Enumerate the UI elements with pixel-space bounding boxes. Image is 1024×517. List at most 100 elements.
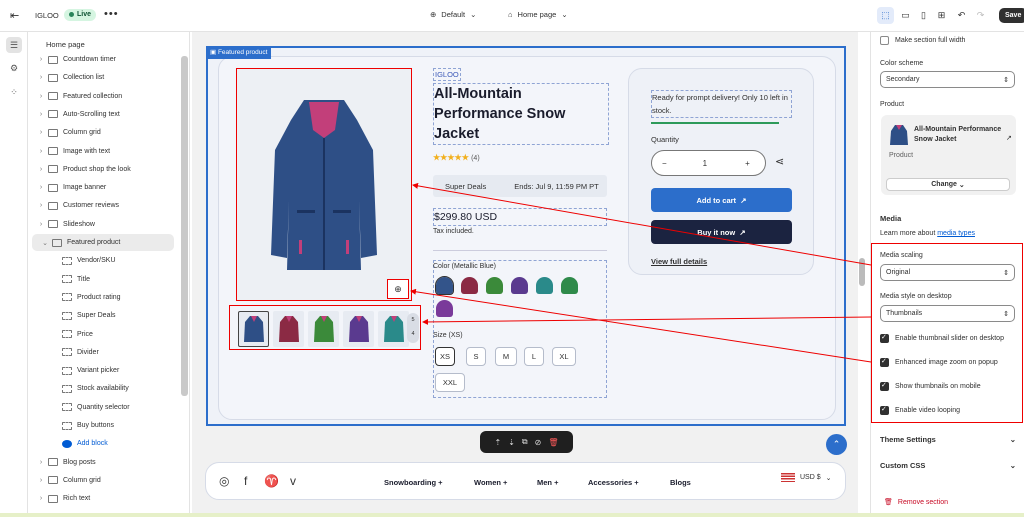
block-item[interactable]: Vendor/SKU	[28, 252, 178, 269]
section-item[interactable]: › Auto-Scrolling text	[28, 106, 178, 123]
thumbnail[interactable]	[273, 311, 304, 347]
thumbnail[interactable]	[308, 311, 339, 347]
media-style-select[interactable]: Thumbnails ⇕	[880, 305, 1015, 322]
section-item[interactable]: › Customer reviews	[28, 197, 178, 214]
full-width-checkbox[interactable]	[880, 36, 889, 45]
chevron-right-icon[interactable]: ›	[36, 93, 46, 100]
nav-blogs[interactable]: Blogs	[670, 478, 691, 487]
fullscreen-icon[interactable]: ⊞	[933, 7, 950, 24]
size-option[interactable]: L	[524, 347, 544, 366]
plus-icon[interactable]: +	[745, 159, 750, 168]
section-item[interactable]: › Image with text	[28, 143, 178, 160]
minus-icon[interactable]: −	[662, 159, 667, 168]
theme-settings-section[interactable]: Theme Settings ⌄	[880, 435, 1016, 444]
thumbnail[interactable]	[378, 311, 409, 347]
custom-css-section[interactable]: Custom CSS ⌄	[880, 461, 1016, 470]
section-item[interactable]: › Column grid	[28, 124, 178, 141]
desktop-view-icon[interactable]: ▭	[897, 7, 914, 24]
block-item[interactable]: Stock availability	[28, 380, 178, 397]
block-item[interactable]: Variant picker	[28, 362, 178, 379]
setting-checkbox[interactable]	[880, 405, 889, 415]
exit-icon[interactable]: ⇤	[10, 9, 24, 23]
change-product-button[interactable]: Change ⌄	[886, 178, 1010, 191]
block-item[interactable]: Buy buttons	[28, 417, 178, 434]
block-item[interactable]: Divider	[28, 344, 178, 361]
size-option[interactable]: XXL	[435, 373, 465, 392]
zoom-icon[interactable]: ⊕	[387, 279, 409, 299]
chevron-down-icon[interactable]: ⌄	[40, 239, 50, 247]
sidebar-scrollbar[interactable]	[181, 56, 188, 396]
product-main-image[interactable]	[236, 68, 412, 301]
setting-checkbox[interactable]	[880, 357, 889, 367]
sections-icon[interactable]: ☰	[6, 37, 22, 53]
color-swatch[interactable]	[561, 277, 578, 294]
remove-section-button[interactable]: 🗑 Remove section	[884, 498, 948, 507]
color-scheme-select[interactable]: Secondary ⇕	[880, 71, 1015, 88]
color-swatch[interactable]	[536, 277, 553, 294]
quantity-stepper[interactable]: − 1 +	[651, 150, 766, 176]
mobile-view-icon[interactable]: ▯	[915, 7, 932, 24]
inspector-icon[interactable]: ⬚	[877, 7, 894, 24]
more-menu-button[interactable]: •••	[104, 8, 119, 20]
share-icon[interactable]: ⋖	[775, 155, 784, 168]
section-item[interactable]: › Rich text	[28, 490, 178, 507]
section-item[interactable]: › Collection list	[28, 69, 178, 86]
canvas-scrollbar[interactable]	[859, 258, 865, 286]
block-item[interactable]: Quantity selector	[28, 399, 178, 416]
block-item[interactable]: Title	[28, 271, 178, 288]
chevron-right-icon[interactable]: ›	[36, 56, 46, 63]
thumbnail[interactable]	[238, 311, 269, 347]
delete-icon[interactable]: 🗑	[548, 438, 558, 447]
color-swatch[interactable]	[436, 300, 453, 317]
section-item[interactable]: › Countdown timer	[28, 51, 178, 68]
section-item[interactable]: › Slideshow	[28, 216, 178, 233]
page-selector[interactable]: ⌂ Home page ⌄	[508, 10, 568, 19]
external-link-icon[interactable]: ↗	[1006, 134, 1012, 142]
media-scaling-select[interactable]: Original ⇕	[880, 264, 1015, 281]
section-item[interactable]: ⌄ Featured product	[32, 234, 174, 251]
section-item[interactable]: › Featured collection	[28, 88, 178, 105]
nav-accessories[interactable]: Accessories +	[588, 478, 639, 487]
move-up-icon[interactable]: ⇡	[495, 438, 502, 447]
view-full-details-link[interactable]: View full details	[651, 257, 707, 266]
thumbnail[interactable]	[343, 311, 374, 347]
color-swatch[interactable]	[461, 277, 478, 294]
hide-icon[interactable]: ⊘	[535, 438, 542, 447]
save-button[interactable]: Save	[999, 8, 1024, 23]
block-item[interactable]: Price	[28, 326, 178, 343]
chevron-right-icon[interactable]: ›	[36, 148, 46, 155]
section-item[interactable]: › Column grid	[28, 472, 178, 489]
chevron-right-icon[interactable]: ›	[36, 202, 46, 209]
twitter-icon[interactable]: ♈	[264, 474, 279, 488]
settings-gear-icon[interactable]: ⚙	[6, 60, 22, 76]
color-swatch[interactable]	[486, 277, 503, 294]
block-item[interactable]: Product rating	[28, 289, 178, 306]
nav-snowboarding[interactable]: Snowboarding +	[384, 478, 443, 487]
section-item[interactable]: › Product shop the look	[28, 161, 178, 178]
color-swatch[interactable]	[511, 277, 528, 294]
move-down-icon[interactable]: ⇣	[508, 438, 515, 447]
size-option[interactable]: S	[466, 347, 486, 366]
facebook-icon[interactable]: f	[244, 474, 247, 488]
undo-icon[interactable]: ↶	[953, 7, 970, 24]
buy-now-button[interactable]: Buy it now ↗	[651, 220, 792, 244]
nav-women[interactable]: Women +	[474, 478, 507, 487]
size-option[interactable]: XS	[435, 347, 455, 366]
theme-selector[interactable]: ⊕ Default ⌄	[430, 10, 476, 19]
chevron-right-icon[interactable]: ›	[36, 74, 46, 81]
add-to-cart-button[interactable]: Add to cart ↗	[651, 188, 792, 212]
add-block-button[interactable]: Add block	[28, 435, 178, 452]
chevron-right-icon[interactable]: ›	[36, 459, 46, 466]
thumbnail-slider-control[interactable]: 54	[407, 313, 419, 343]
apps-icon[interactable]: ⁘	[6, 84, 22, 100]
setting-checkbox[interactable]	[880, 381, 889, 391]
size-option[interactable]: XL	[552, 347, 576, 366]
chevron-right-icon[interactable]: ›	[36, 184, 46, 191]
instagram-icon[interactable]: ◎	[219, 474, 229, 488]
section-item[interactable]: › Blog posts	[28, 454, 178, 471]
redo-icon[interactable]: ↷	[972, 7, 989, 24]
nav-men[interactable]: Men +	[537, 478, 558, 487]
media-types-link[interactable]: media types	[937, 230, 975, 237]
chevron-right-icon[interactable]: ›	[36, 221, 46, 228]
color-swatch[interactable]	[435, 276, 454, 295]
